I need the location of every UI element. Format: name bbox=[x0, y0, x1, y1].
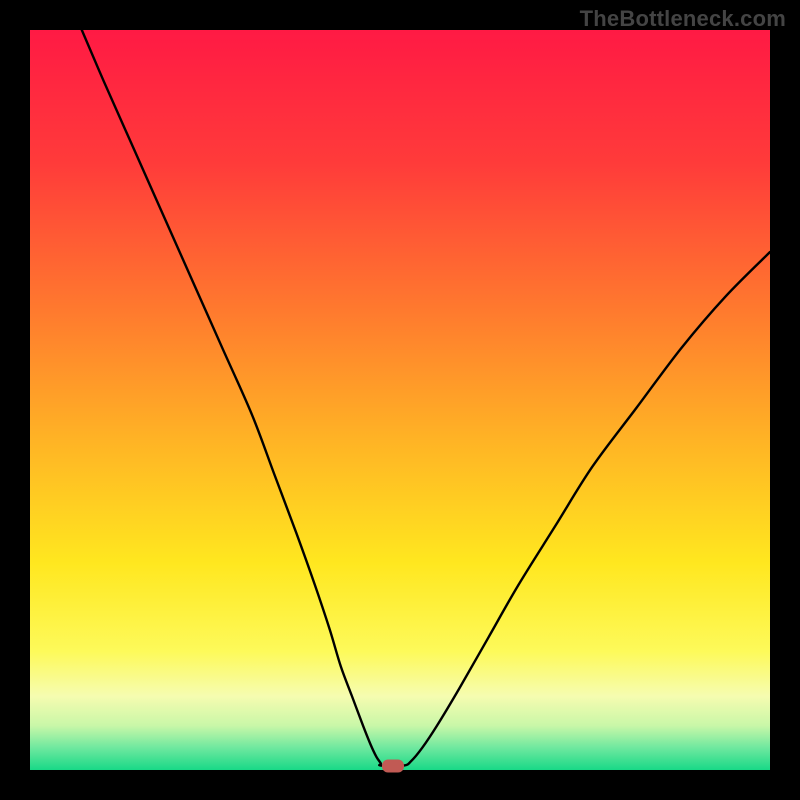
plot-area bbox=[30, 30, 770, 770]
watermark-text: TheBottleneck.com bbox=[580, 6, 786, 32]
optimal-marker bbox=[382, 759, 404, 772]
bottleneck-curve bbox=[30, 30, 770, 770]
chart-frame: TheBottleneck.com bbox=[0, 0, 800, 800]
